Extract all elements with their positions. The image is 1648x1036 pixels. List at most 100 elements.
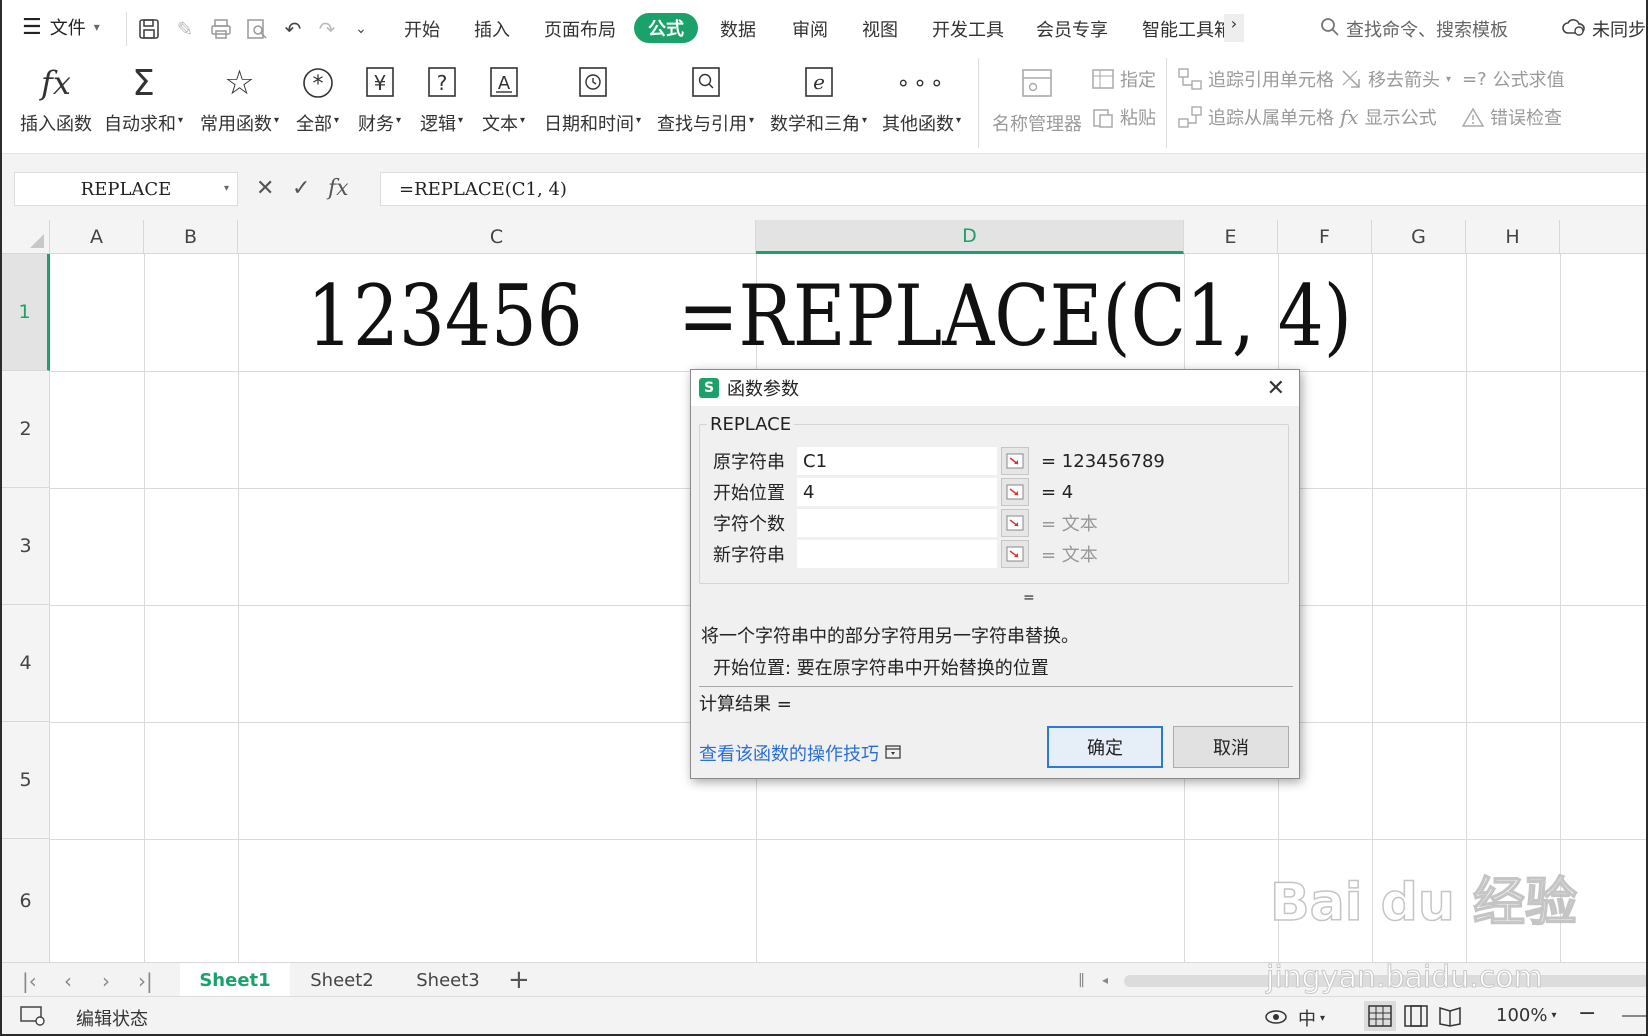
reading-view-icon[interactable] (1438, 1005, 1462, 1027)
print-preview-icon[interactable] (244, 16, 270, 42)
macro-record-icon[interactable] (20, 1005, 46, 1027)
text-button[interactable]: A 文本 ▾ (482, 62, 525, 136)
redo-icon[interactable]: ↷ (314, 16, 340, 42)
chevron-down-icon[interactable]: ▾ (224, 183, 229, 194)
file-menu[interactable]: ☰ 文件 ▾ (22, 14, 100, 40)
scroll-left-icon[interactable]: ◂ (1102, 973, 1108, 987)
date-time-button[interactable]: 日期和时间 ▾ (544, 62, 641, 136)
range-select-icon[interactable] (1001, 478, 1029, 506)
zoom-slider[interactable] (1622, 1015, 1646, 1017)
range-select-icon[interactable] (1001, 540, 1029, 568)
normal-view-icon[interactable] (1364, 1001, 1396, 1031)
formula-input[interactable]: =REPLACE(C1, 4) (380, 172, 1646, 206)
column-header-c[interactable]: C (238, 220, 756, 254)
tab-data[interactable]: 数据 (720, 16, 756, 42)
insert-function-button[interactable]: fx 插入函数 (20, 62, 92, 136)
split-handle-icon[interactable]: ‖ (1078, 972, 1085, 988)
arg-input-start-num[interactable]: 4 (797, 478, 997, 506)
column-header-e[interactable]: E (1184, 220, 1278, 254)
zoom-out-icon[interactable]: − (1578, 1001, 1596, 1026)
show-formulas-button[interactable]: fx 显示公式 (1340, 104, 1437, 130)
column-header-a[interactable]: A (50, 220, 144, 254)
first-sheet-icon[interactable]: |‹ (22, 969, 37, 993)
formula-bar: REPLACE ▾ ✕ ✓ fx =REPLACE(C1, 4) (2, 154, 1646, 220)
close-icon[interactable]: ✕ (1267, 376, 1285, 401)
confirm-edit-icon[interactable]: ✓ (292, 176, 310, 201)
ok-button[interactable]: 确定 (1047, 726, 1163, 768)
dialog-titlebar[interactable]: S 函数参数 (691, 370, 1299, 406)
arg-input-old-text[interactable]: C1 (797, 447, 997, 475)
sheet-tab-3[interactable]: Sheet3 (398, 963, 498, 997)
input-method-icon[interactable]: 中 ▾ (1298, 1005, 1325, 1031)
format-painter-icon[interactable]: ✎ (172, 16, 198, 42)
tab-member[interactable]: 会员专享 (1036, 16, 1108, 42)
zoom-dropdown[interactable]: 100% ▾ (1496, 1005, 1557, 1026)
range-select-icon[interactable] (1001, 509, 1029, 537)
customize-toolbar-icon[interactable]: ⌄ (348, 16, 374, 42)
paste-names-button[interactable]: 粘贴 (1092, 104, 1156, 130)
row-header-1[interactable]: 1 (2, 254, 50, 371)
print-icon[interactable] (208, 16, 234, 42)
column-header-g[interactable]: G (1372, 220, 1466, 254)
autosum-button[interactable]: Σ 自动求和 ▾ (104, 62, 183, 136)
range-select-icon[interactable] (1001, 447, 1029, 475)
arg-input-new-text[interactable] (797, 540, 997, 568)
row-header-2[interactable]: 2 (2, 371, 50, 488)
column-header-b[interactable]: B (144, 220, 238, 254)
evaluate-formula-button[interactable]: =? 公式求值 (1462, 66, 1565, 92)
row-header-6[interactable]: 6 (2, 839, 50, 962)
column-header-f[interactable]: F (1278, 220, 1372, 254)
sheet-tab-2[interactable]: Sheet2 (292, 963, 392, 997)
arg-input-num-chars[interactable] (797, 509, 997, 537)
column-header-h[interactable]: H (1466, 220, 1560, 254)
page-layout-view-icon[interactable] (1404, 1005, 1428, 1027)
cell-d1-formula[interactable]: =REPLACE(C1, 4) (678, 274, 1352, 358)
sheet-tab-1[interactable]: Sheet1 (180, 963, 290, 997)
undo-icon[interactable]: ↶ (280, 16, 306, 42)
tab-home[interactable]: 开始 (404, 16, 440, 42)
prev-sheet-icon[interactable]: ‹ (64, 969, 72, 993)
common-functions-button[interactable]: ☆ 常用函数 ▾ (200, 62, 279, 136)
math-trig-button[interactable]: e 数学和三角 ▾ (770, 62, 867, 136)
save-icon[interactable] (136, 16, 162, 42)
trace-dependents-button[interactable]: 追踪从属单元格 (1178, 104, 1334, 130)
cancel-button[interactable]: 取消 (1173, 726, 1289, 768)
last-sheet-icon[interactable]: ›| (138, 969, 153, 993)
fx-icon[interactable]: fx (328, 176, 349, 201)
add-sheet-icon[interactable]: + (508, 965, 530, 995)
more-icon: ∘∘∘ (896, 70, 947, 96)
lookup-reference-button[interactable]: 查找与引用 ▾ (657, 62, 754, 136)
financial-button[interactable]: ¥ 财务 ▾ (358, 62, 401, 136)
column-header-blank[interactable] (1560, 220, 1646, 254)
tab-view[interactable]: 视图 (862, 16, 898, 42)
trace-precedents-button[interactable]: 追踪引用单元格 (1178, 66, 1334, 92)
other-functions-button[interactable]: ∘∘∘ 其他函数 ▾ (882, 62, 961, 136)
tab-review[interactable]: 审阅 (792, 16, 828, 42)
next-sheet-icon[interactable]: › (102, 969, 110, 993)
specify-button[interactable]: 指定 (1092, 66, 1156, 92)
logical-button[interactable]: ? 逻辑 ▾ (420, 62, 463, 136)
row-header-5[interactable]: 5 (2, 722, 50, 839)
tab-page-layout[interactable]: 页面布局 (544, 16, 616, 42)
name-manager-button[interactable]: 名称管理器 (992, 62, 1082, 136)
column-header-d[interactable]: D (756, 220, 1184, 254)
row-header-4[interactable]: 4 (2, 605, 50, 722)
tab-formulas[interactable]: 公式 (634, 13, 698, 43)
command-search[interactable]: 查找命令、搜索模板 (1320, 16, 1508, 42)
error-checking-button[interactable]: 错误检查 (1462, 104, 1562, 130)
divider (126, 12, 127, 46)
sync-status[interactable]: 未同步 (1562, 16, 1646, 42)
name-box[interactable]: REPLACE ▾ (14, 172, 238, 206)
function-tips-link[interactable]: 查看该函数的操作技巧 (699, 740, 901, 766)
cancel-edit-icon[interactable]: ✕ (256, 176, 274, 201)
tabs-scroll-right-icon[interactable]: › (1224, 14, 1244, 42)
all-functions-button[interactable]: * 全部 ▾ (296, 62, 339, 136)
tab-smart-tools[interactable]: 智能工具箱 (1142, 16, 1224, 42)
tab-developer[interactable]: 开发工具 (932, 16, 1004, 42)
cell-c1-value[interactable]: 123456 (307, 274, 583, 358)
select-all-corner[interactable] (2, 220, 50, 254)
eye-protection-icon[interactable] (1264, 1005, 1288, 1027)
row-header-3[interactable]: 3 (2, 488, 50, 605)
tab-insert[interactable]: 插入 (474, 16, 510, 42)
remove-arrows-button[interactable]: 移去箭头 ▾ (1340, 66, 1451, 92)
